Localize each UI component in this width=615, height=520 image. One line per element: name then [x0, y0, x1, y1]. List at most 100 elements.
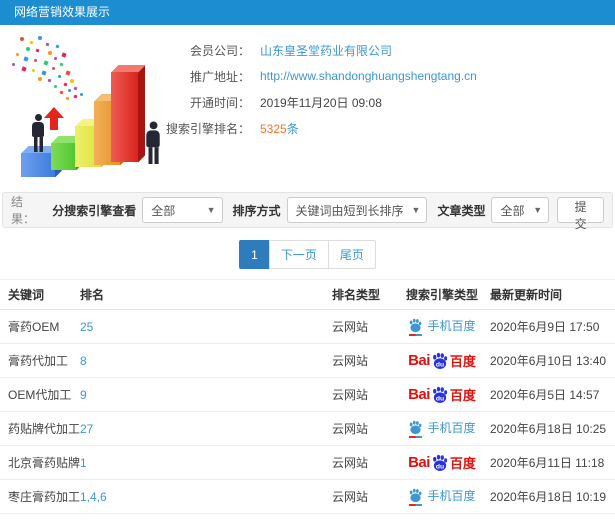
- baidu-paw-icon: [408, 318, 423, 336]
- rank-cell: 25: [80, 309, 332, 344]
- engine-cell: 手机百度 Bai du 百度: [394, 513, 490, 520]
- baidu-paw-icon: [408, 488, 423, 506]
- engine-view-select[interactable]: 全部 ▼: [142, 197, 223, 223]
- engine-cell: 手机百度 Bai du 百度: [394, 377, 490, 412]
- svg-text:du: du: [436, 395, 444, 402]
- rank-link[interactable]: 25: [80, 320, 93, 334]
- keyword-cell: 医疗器械厂家: [0, 513, 80, 520]
- engine-cell: 手机百度 Bai du 百度: [394, 445, 490, 480]
- updated-cell: 2020年6月18日 10:25: [490, 411, 615, 446]
- info-row-rank-count: 搜索引擎排名： 5325条: [150, 115, 615, 141]
- updated-cell: 2020年6月11日 11:18: [490, 445, 615, 480]
- person-figure: [30, 114, 46, 152]
- mobile-baidu-badge: 手机百度: [408, 419, 476, 438]
- keyword-cell: 膏药代加工: [0, 343, 80, 378]
- baidu-logo: Bai du 百度: [408, 386, 476, 403]
- header-rank-type: 排名类型: [332, 279, 394, 310]
- baidu-logo: Bai du 百度: [408, 352, 476, 369]
- chevron-down-icon: ▼: [206, 205, 216, 215]
- bar-green: [51, 136, 83, 170]
- header-updated: 最新更新时间: [490, 279, 615, 310]
- keywords-table: 关键词 排名 排名类型 搜索引擎类型 最新更新时间 膏药OEM 25 云网站 手: [0, 279, 615, 520]
- rank-cell: 4: [80, 513, 332, 520]
- company-info-list: 会员公司： 山东皇圣堂药业有限公司 推广地址： http://www.shand…: [150, 25, 615, 141]
- sort-selected: 关键词由短到长排序: [295, 203, 404, 218]
- engine-view-label: 分搜索引擎查看: [52, 203, 137, 218]
- sort-select[interactable]: 关键词由短到长排序 ▼: [286, 197, 428, 223]
- mobile-baidu-badge: 手机百度: [408, 317, 476, 336]
- page-1-button[interactable]: 1: [239, 240, 270, 269]
- table-row: 医疗器械厂家 4 云网站 手机百度 Bai: [0, 513, 615, 520]
- table-header-row: 关键词 排名 排名类型 搜索引擎类型 最新更新时间: [0, 279, 615, 310]
- summary-section: 会员公司： 山东皇圣堂药业有限公司 推广地址： http://www.shand…: [0, 25, 615, 188]
- engine-label: 手机百度: [427, 319, 476, 333]
- rank-count-value: 5325条: [260, 120, 299, 137]
- updated-cell: 2020年6月5日 14:57: [490, 377, 615, 412]
- open-time-value: 2019年11月20日 09:08: [260, 95, 382, 110]
- baidu-paw-icon: [408, 420, 423, 438]
- company-name-link[interactable]: 山东皇圣堂药业有限公司: [260, 42, 392, 59]
- table-row: 枣庄膏药加工 1,4,6 云网站 手机百度 Bai: [0, 479, 615, 514]
- next-page-button[interactable]: 下一页: [268, 240, 329, 269]
- rank-type-cell: 云网站: [332, 343, 394, 378]
- filter-bar: 结果： 分搜索引擎查看 全部 ▼ 排序方式 关键词由短到长排序 ▼ 文章类型 全部 ▼…: [2, 192, 613, 231]
- result-label: 结果：: [11, 195, 36, 226]
- updated-cell: 2020年5月29日 10:32: [490, 513, 615, 520]
- page-title: 网络营销效果展示: [0, 0, 615, 25]
- rank-type-cell: 云网站: [332, 377, 394, 412]
- person-figure: [144, 121, 162, 164]
- rank-type-cell: 云网站: [332, 309, 394, 344]
- article-type-select[interactable]: 全部 ▼: [491, 197, 550, 223]
- rank-cell: 1: [80, 445, 332, 480]
- updated-cell: 2020年6月10日 13:40: [490, 343, 615, 378]
- bar-blue: [21, 146, 62, 177]
- rank-count-number: 5325: [260, 121, 287, 136]
- growth-arrow-icon: [44, 107, 64, 130]
- header-engine-type: 搜索引擎类型: [394, 279, 490, 310]
- rank-count-suffix: 条: [286, 121, 299, 136]
- chevron-down-icon: ▼: [411, 205, 421, 215]
- rank-link[interactable]: 1: [80, 456, 87, 470]
- pagination: 1 下一页 尾页: [0, 240, 615, 269]
- updated-cell: 2020年6月9日 17:50: [490, 309, 615, 344]
- header-keyword: 关键词: [0, 279, 80, 310]
- svg-text:du: du: [436, 361, 444, 368]
- engine-cell: 手机百度 Bai du 百度: [394, 479, 490, 514]
- promo-url-link[interactable]: http://www.shandonghuangshengtang.cn: [260, 69, 477, 83]
- engine-cell: 手机百度 Bai du 百度: [394, 343, 490, 378]
- rank-cell: 9: [80, 377, 332, 412]
- keyword-cell: 药贴牌代加工: [0, 411, 80, 446]
- table-row: 北京膏药贴牌 1 云网站 手机百度 Bai: [0, 445, 615, 480]
- info-row-url: 推广地址： http://www.shandonghuangshengtang.…: [150, 63, 615, 89]
- chevron-down-icon: ▼: [533, 205, 543, 215]
- article-type-label: 文章类型: [437, 203, 486, 218]
- rank-type-cell: 云网站: [332, 445, 394, 480]
- sort-label: 排序方式: [232, 203, 281, 218]
- submit-button[interactable]: 提交: [557, 197, 604, 231]
- rank-link[interactable]: 8: [80, 354, 87, 368]
- table-row: 药贴牌代加工 27 云网站 手机百度 Bai: [0, 411, 615, 446]
- engine-label: 手机百度: [427, 489, 476, 503]
- bar-chart-illustration: [8, 35, 183, 185]
- keyword-cell: 北京膏药贴牌: [0, 445, 80, 480]
- mobile-baidu-badge: 手机百度: [408, 487, 476, 506]
- baidu-logo: Bai du 百度: [408, 454, 476, 471]
- bar-red: [111, 65, 145, 162]
- article-type-selected: 全部: [500, 203, 525, 218]
- rank-link[interactable]: 27: [80, 422, 93, 436]
- rank-cell: 27: [80, 411, 332, 446]
- keyword-cell: OEM代加工: [0, 377, 80, 412]
- info-row-company: 会员公司： 山东皇圣堂药业有限公司: [150, 37, 615, 63]
- last-page-button[interactable]: 尾页: [327, 240, 376, 269]
- rank-link[interactable]: 1,4,6: [80, 490, 107, 504]
- header-rank: 排名: [80, 279, 332, 310]
- rank-type-cell: 云网站: [332, 513, 394, 520]
- table-row: OEM代加工 9 云网站 手机百度 Bai: [0, 377, 615, 412]
- rank-link[interactable]: 9: [80, 388, 87, 402]
- engine-cell: 手机百度 Bai du 百度: [394, 309, 490, 344]
- engine-view-selected: 全部: [151, 203, 176, 218]
- info-row-open-time: 开通时间： 2019年11月20日 09:08: [150, 89, 615, 115]
- engine-label: 手机百度: [427, 421, 476, 435]
- keyword-cell: 膏药OEM: [0, 309, 80, 344]
- table-row: 膏药代加工 8 云网站 手机百度 Bai: [0, 343, 615, 378]
